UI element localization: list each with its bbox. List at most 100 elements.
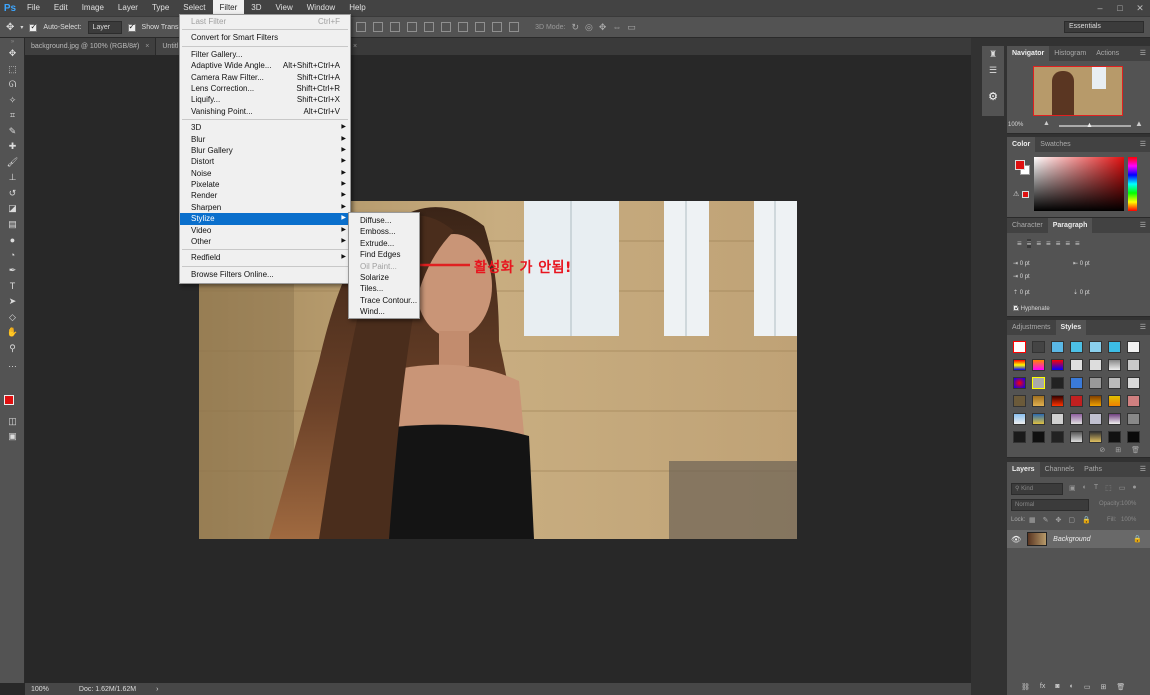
fill-value[interactable]: 100% — [1121, 517, 1136, 523]
close-icon[interactable]: ✕ — [1130, 0, 1150, 16]
hue-slider[interactable] — [1128, 157, 1137, 211]
style-swatch[interactable] — [1032, 341, 1045, 353]
lock-transparency-icon[interactable]: ▦ — [1029, 516, 1036, 524]
menu-file[interactable]: File — [20, 0, 47, 16]
type-tool-icon[interactable]: T — [0, 279, 25, 295]
collapse-icon[interactable]: » — [0, 38, 25, 46]
trace-contour-item[interactable]: Trace Contour... — [349, 295, 419, 306]
more-tools-icon[interactable]: … — [0, 356, 25, 372]
layer-style-icon[interactable]: fx — [1040, 683, 1045, 691]
solarize-item[interactable]: Solarize — [349, 272, 419, 283]
link-layers-icon[interactable]: ⛓ — [1021, 683, 1030, 691]
style-swatch[interactable] — [1089, 413, 1102, 425]
filter-redfield-item[interactable]: Redfield ▶ — [180, 252, 350, 263]
filter-video-item[interactable]: Video ▶ — [180, 225, 350, 236]
quick-mask-icon[interactable]: ◫ — [0, 414, 25, 430]
align-icon[interactable] — [390, 22, 401, 32]
filter-noise-item[interactable]: Noise ▶ — [180, 168, 350, 179]
find-edges-item[interactable]: Find Edges — [349, 249, 419, 260]
tab-actions[interactable]: Actions — [1091, 46, 1124, 61]
blur-tool-icon[interactable]: ● — [0, 232, 25, 248]
eraser-icon[interactable]: ◪ — [0, 201, 25, 217]
justify-right-icon[interactable]: ≡ — [1065, 239, 1070, 248]
filter-gallery-item[interactable]: Filter Gallery... — [180, 49, 350, 60]
filter-3d-item[interactable]: 3D ▶ — [180, 122, 350, 133]
liquify-item[interactable]: Liquify... Shift+Ctrl+X — [180, 94, 350, 105]
style-swatch[interactable] — [1127, 341, 1140, 353]
zoom-out-icon[interactable]: ▲ — [1043, 120, 1050, 127]
3d-rotate-icon[interactable]: ↻ — [571, 22, 579, 33]
style-swatch[interactable] — [1051, 341, 1064, 353]
distribute-icon[interactable] — [424, 22, 435, 32]
tiles-item[interactable]: Tiles... — [349, 283, 419, 294]
pixel-filter-icon[interactable]: ▣ — [1069, 484, 1076, 492]
3d-pan-icon[interactable]: ✥ — [599, 22, 607, 33]
panel-menu-icon[interactable]: ☰ — [1140, 140, 1146, 148]
align-icon[interactable] — [373, 22, 384, 32]
style-swatch[interactable] — [1127, 377, 1140, 389]
style-swatch[interactable] — [1108, 395, 1121, 407]
last-filter-item[interactable]: Last Filter Ctrl+F — [180, 16, 350, 27]
brush-tool-icon[interactable]: 🖌 — [0, 155, 25, 171]
style-swatch[interactable] — [1127, 431, 1140, 443]
menu-type[interactable]: Type — [145, 0, 176, 16]
indent-left-field[interactable]: ⇥ 0 pt — [1013, 260, 1030, 267]
distribute-icon[interactable] — [458, 22, 469, 32]
style-swatch[interactable] — [1051, 359, 1064, 371]
style-swatch[interactable] — [1108, 431, 1121, 443]
tab-paths[interactable]: Paths — [1079, 462, 1107, 477]
diffuse-item[interactable]: Diffuse... — [349, 215, 419, 226]
style-swatch[interactable] — [1051, 413, 1064, 425]
gradient-tool-icon[interactable]: ▤ — [0, 217, 25, 233]
oil-paint-item[interactable]: Oil Paint... — [349, 261, 419, 272]
visibility-eye-icon[interactable]: 👁 — [1011, 535, 1021, 544]
maximize-icon[interactable]: □ — [1110, 0, 1130, 16]
filter-pixelate-item[interactable]: Pixelate ▶ — [180, 179, 350, 190]
lock-position-icon[interactable]: ✥ — [1056, 516, 1062, 524]
style-swatch[interactable] — [1032, 377, 1045, 389]
style-swatch[interactable] — [1013, 413, 1026, 425]
workspace-dropdown[interactable]: Essentials — [1064, 21, 1144, 33]
adaptive-wide-angle-item[interactable]: Adaptive Wide Angle... Alt+Shift+Ctrl+A — [180, 60, 350, 71]
style-swatch[interactable] — [1070, 359, 1083, 371]
space-after-field[interactable]: ⇣ 0 pt — [1073, 289, 1090, 296]
gamut-warning-icon[interactable]: ⚠ — [1013, 190, 1019, 198]
history-icon[interactable]: ♜ — [982, 46, 1004, 62]
clear-style-icon[interactable]: ⊘ — [1099, 446, 1105, 454]
tab-swatches[interactable]: Swatches — [1035, 137, 1075, 152]
healing-brush-icon[interactable]: ✚ — [0, 139, 25, 155]
new-layer-icon[interactable]: ⊞ — [1100, 683, 1106, 691]
style-swatch[interactable] — [1089, 377, 1102, 389]
hyphenate-checkbox[interactable] — [1013, 303, 1021, 312]
justify-center-icon[interactable]: ≡ — [1056, 239, 1061, 248]
filter-distort-item[interactable]: Distort ▶ — [180, 156, 350, 167]
zoom-level[interactable]: 100% — [31, 686, 49, 693]
zoom-tool-icon[interactable]: ⚲ — [0, 341, 25, 357]
panel-menu-icon[interactable]: ☰ — [1140, 465, 1146, 473]
lasso-tool-icon[interactable]: ᘏ — [0, 77, 25, 93]
foreground-color-swatch[interactable] — [4, 395, 14, 405]
distribute-icon[interactable] — [509, 22, 520, 32]
style-swatch[interactable] — [1013, 341, 1026, 353]
style-swatch[interactable] — [1051, 431, 1064, 443]
adjustment-layer-icon[interactable]: ◐ — [1070, 683, 1074, 691]
filter-render-item[interactable]: Render ▶ — [180, 190, 350, 201]
gamut-swatch[interactable] — [1022, 191, 1029, 198]
gear-icon[interactable]: ⚙ — [982, 86, 1004, 108]
style-swatch[interactable] — [1013, 395, 1026, 407]
color-field[interactable] — [1034, 157, 1124, 211]
style-swatch[interactable] — [1013, 431, 1026, 443]
align-center-icon[interactable]: ≡ — [1026, 239, 1032, 248]
panel-menu-icon[interactable]: ☰ — [1140, 323, 1146, 331]
status-arrow-icon[interactable]: › — [156, 686, 158, 693]
filter-other-item[interactable]: Other ▶ — [180, 236, 350, 247]
align-icon[interactable] — [356, 22, 367, 32]
navigator-thumbnail[interactable] — [1033, 66, 1123, 116]
layer-name[interactable]: Background — [1053, 536, 1090, 543]
distribute-icon[interactable] — [492, 22, 503, 32]
trash-icon[interactable]: 🗑 — [1131, 446, 1140, 454]
zoom-slider-handle[interactable]: ▲ — [1086, 122, 1093, 129]
tab-navigator[interactable]: Navigator — [1007, 46, 1050, 61]
style-swatch[interactable] — [1032, 359, 1045, 371]
style-swatch[interactable] — [1070, 413, 1083, 425]
